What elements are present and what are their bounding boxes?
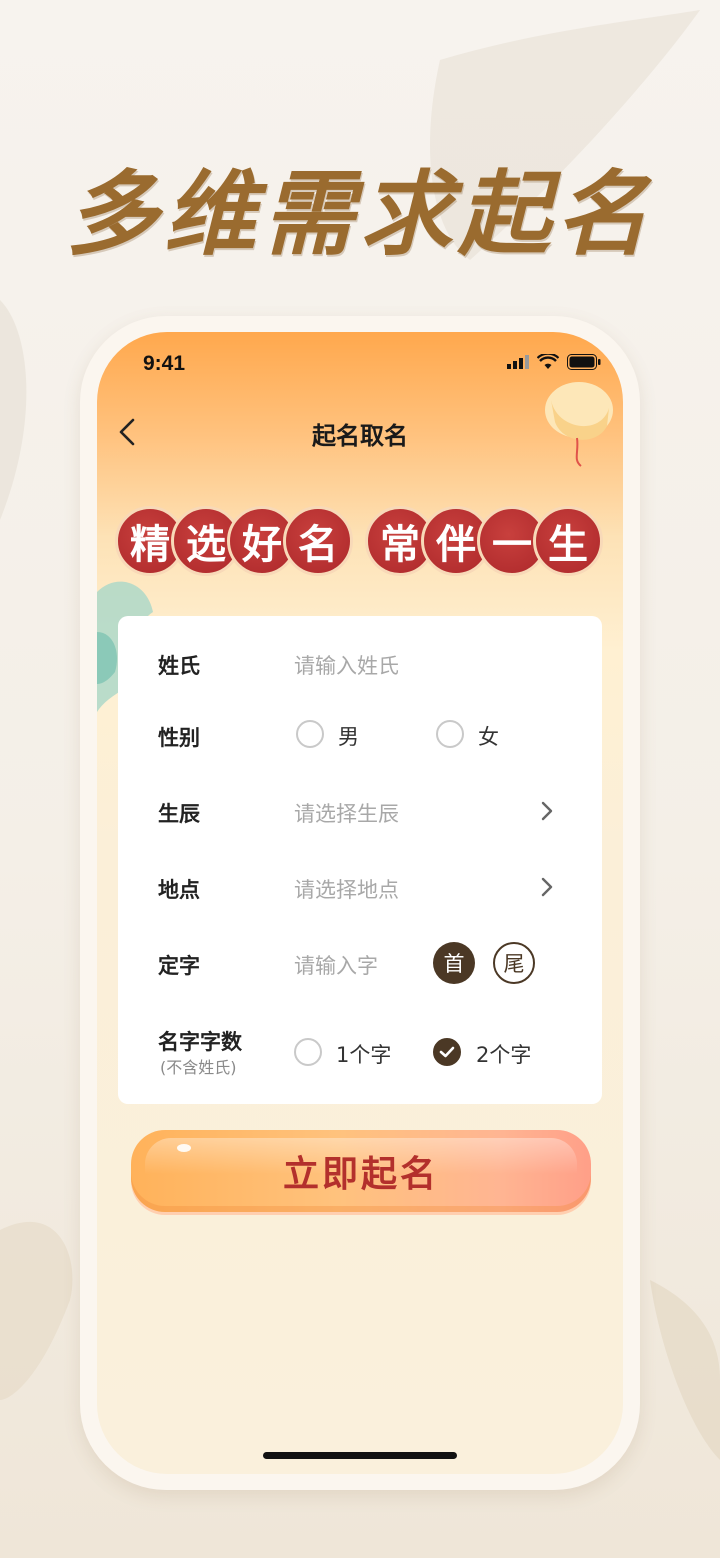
surname-label: 姓氏 [158, 654, 200, 678]
banner-char: 生 [533, 506, 603, 576]
name-length-row: 名字字数 (不含姓氏) 1个字 2个字 [118, 1014, 602, 1084]
position-first-toggle[interactable]: 首 [433, 942, 475, 984]
length-2-label[interactable]: 2个字 [476, 1039, 531, 1069]
surname-row: 姓氏 请输入姓氏 [118, 638, 602, 688]
name-length-sublabel: (不含姓氏) [160, 1058, 237, 1077]
length-2-radio[interactable] [433, 1038, 461, 1066]
birth-select[interactable]: 请选择生辰 [294, 798, 399, 828]
name-form-card: 姓氏 请输入姓氏 性别 男 女 生辰 请选择生辰 地点 请选择地点 定字 请输入… [118, 616, 602, 1104]
home-indicator[interactable] [263, 1452, 457, 1459]
gender-female-radio[interactable] [436, 720, 464, 748]
gender-row: 性别 男 女 [118, 710, 602, 760]
lantern-icon [545, 382, 613, 467]
promo-headline: 多维需求起名 [65, 160, 654, 268]
place-select[interactable]: 请选择地点 [294, 874, 399, 904]
birth-row[interactable]: 生辰 请选择生辰 [118, 786, 602, 836]
chevron-right-icon[interactable] [540, 875, 554, 899]
phone-screen: 9:41 起名取名 精 选 好 名 常 伴 一 生 姓氏 请输入姓氏 性别 男 … [97, 332, 623, 1474]
page-title: 起名取名 [312, 422, 408, 450]
name-length-label: 名字字数 [158, 1030, 242, 1054]
banner-right: 常 伴 一 生 [365, 502, 603, 580]
place-label: 地点 [158, 878, 200, 902]
length-1-radio[interactable] [294, 1038, 322, 1066]
gender-male-label[interactable]: 男 [338, 721, 359, 751]
status-time: 9:41 [143, 352, 186, 375]
gender-label: 性别 [158, 726, 200, 750]
check-icon [439, 1046, 455, 1058]
length-1-label[interactable]: 1个字 [336, 1039, 391, 1069]
gender-female-label[interactable]: 女 [478, 721, 499, 751]
banner-char: 名 [283, 506, 353, 576]
surname-input[interactable]: 请输入姓氏 [294, 650, 399, 680]
birth-label: 生辰 [158, 802, 200, 826]
place-row[interactable]: 地点 请选择地点 [118, 862, 602, 912]
fixed-char-input[interactable]: 请输入字 [294, 950, 378, 980]
button-shine [177, 1144, 191, 1152]
start-naming-button[interactable]: 立即起名 [131, 1130, 591, 1212]
fixed-char-row: 定字 请输入字 首 尾 [118, 938, 602, 988]
gender-male-radio[interactable] [296, 720, 324, 748]
banner-left: 精 选 好 名 [115, 502, 353, 580]
chevron-right-icon[interactable] [540, 799, 554, 823]
position-last-toggle[interactable]: 尾 [493, 942, 535, 984]
fixed-char-label: 定字 [158, 954, 200, 978]
start-naming-label[interactable]: 立即起名 [283, 1145, 439, 1197]
signal-icon [507, 355, 529, 369]
